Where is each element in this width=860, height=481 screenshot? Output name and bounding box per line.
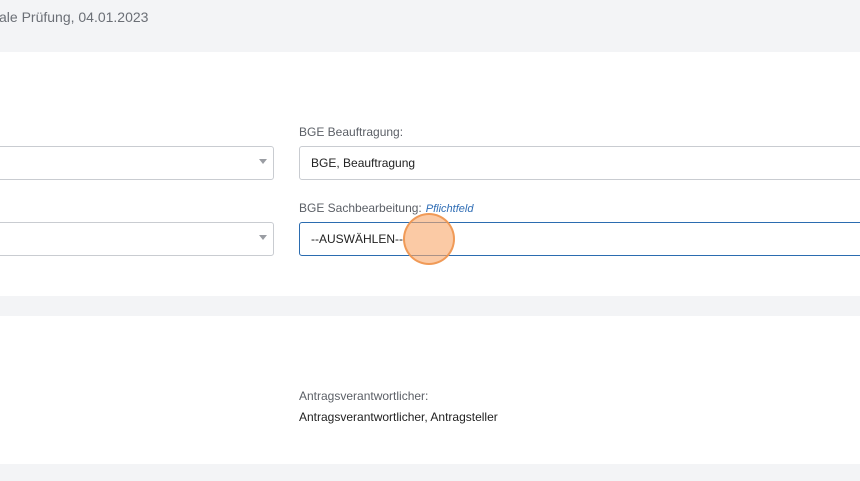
antragsverantwortlicher-value: Antragsverantwortlicher, Antragsteller [299, 410, 498, 424]
antragsverantwortlicher-label: Antragsverantwortlicher: [299, 389, 429, 403]
bge-sachbearbeitung-select[interactable]: --AUSWÄHLEN-- [299, 222, 860, 256]
bge-beauftragung-value: BGE, Beauftragung [311, 156, 416, 170]
bge-sachbearbeitung-value: --AUSWÄHLEN-- [311, 232, 403, 246]
page-title: ale Prüfung, 04.01.2023 [0, 9, 149, 25]
page-header: ale Prüfung, 04.01.2023 [0, 0, 860, 52]
bge-beauftragung-field[interactable]: BGE, Beauftragung [299, 146, 860, 180]
left-select-2[interactable] [0, 222, 274, 256]
caret-down-icon[interactable] [259, 159, 267, 164]
bge-sachbearbeitung-label: BGE Sachbearbeitung: Pflichtfeld [299, 201, 473, 215]
responsible-panel [0, 316, 860, 464]
bge-beauftragung-label: BGE Beauftragung: [299, 125, 404, 139]
bge-sachbearbeitung-label-text: BGE Sachbearbeitung: [299, 201, 422, 215]
caret-down-icon[interactable] [259, 235, 267, 240]
left-select-1[interactable] [0, 146, 274, 180]
required-hint: Pflichtfeld [425, 203, 474, 215]
